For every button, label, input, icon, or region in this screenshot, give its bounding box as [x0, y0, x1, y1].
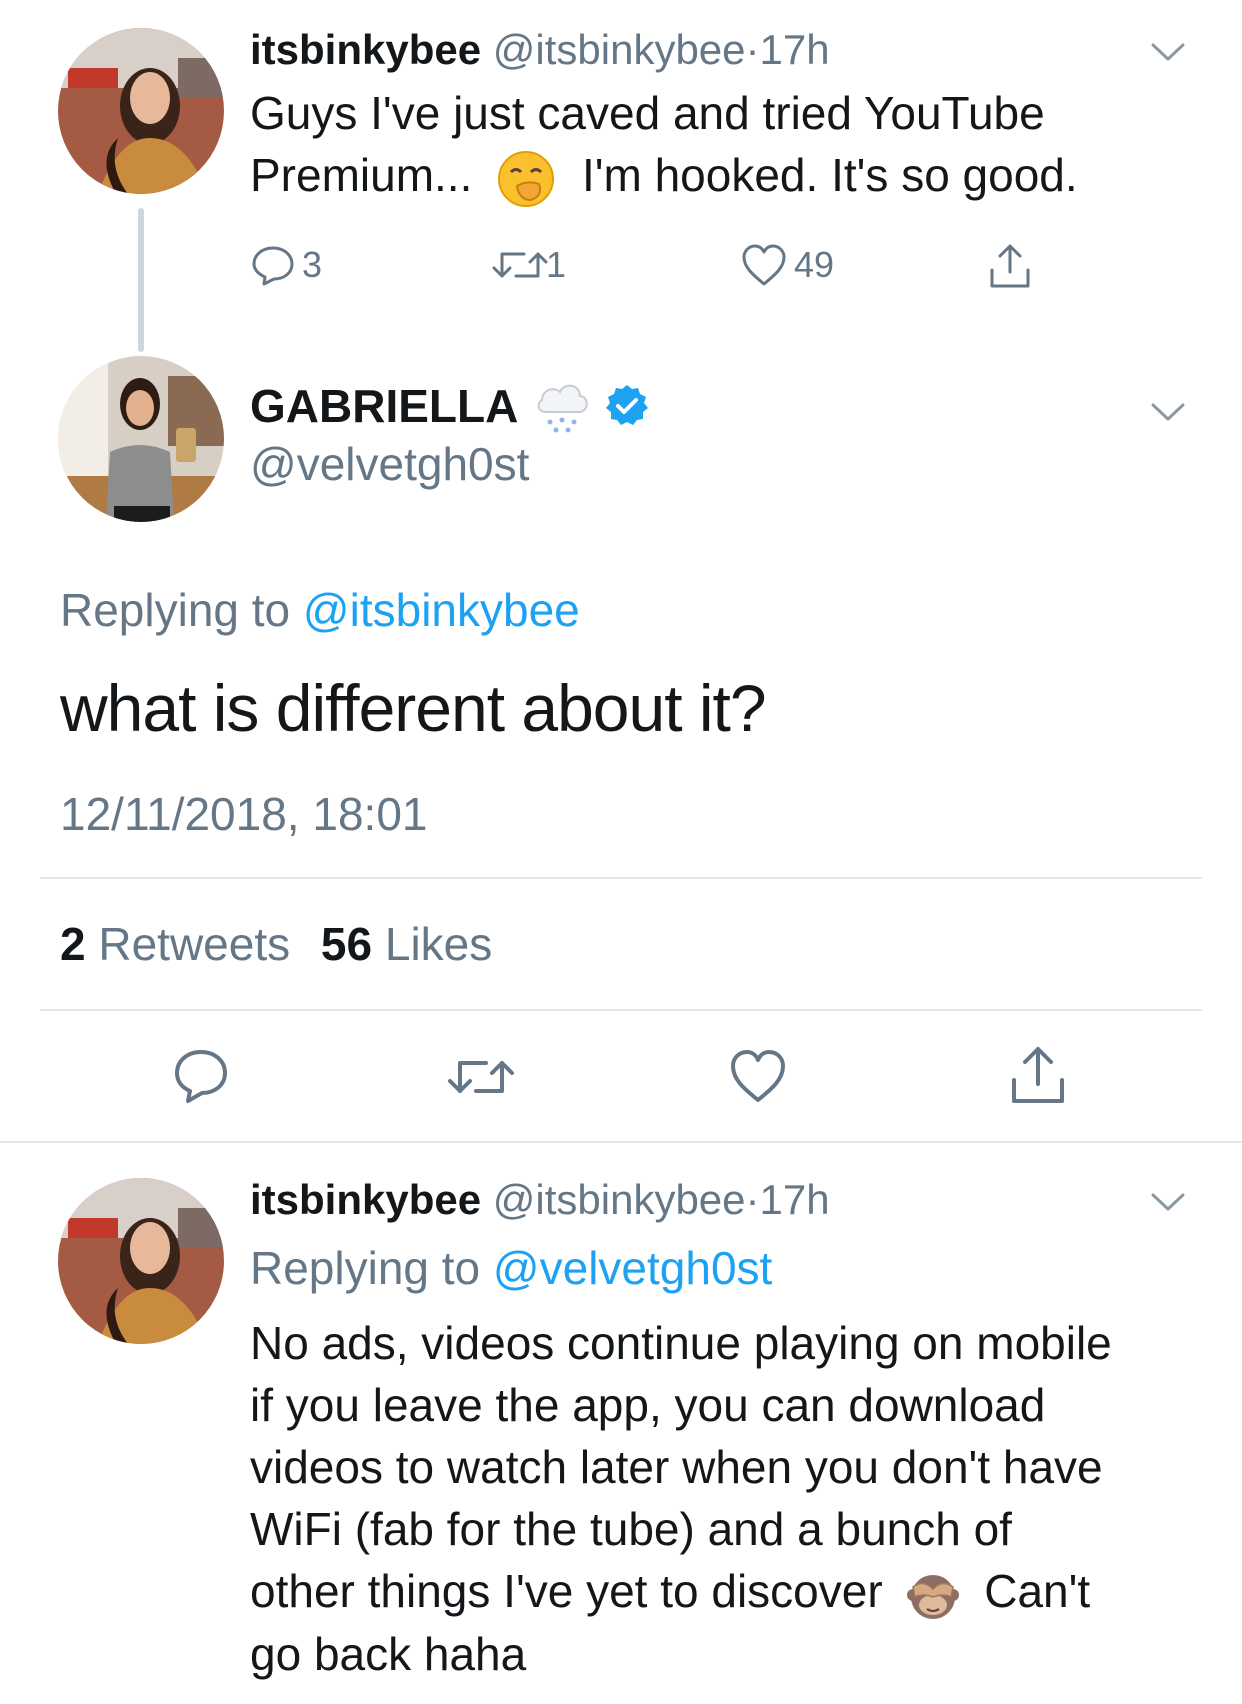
tweet1-time[interactable]: 17h — [760, 26, 830, 73]
tweet1-share-icon[interactable] — [986, 242, 1034, 290]
main-tweet-display-name[interactable]: GABRIELLA — [250, 376, 518, 436]
main-reply-icon[interactable] — [172, 1047, 230, 1105]
tweet1-text-line1: Guys I've just caved and tried YouTube — [250, 87, 1045, 139]
main-tweet-retweets-label: Retweets — [98, 918, 291, 970]
tweet1-text-line2b: I'm hooked. It's so good. — [581, 149, 1078, 201]
tweet1-handle[interactable]: @itsbinkybee — [493, 26, 746, 73]
main-tweet-retweets-stat[interactable]: 2 Retweets — [60, 918, 303, 970]
tweet3-header: itsbinkybee @itsbinkybee·17h — [250, 1174, 830, 1226]
tweet1-reply-count: 3 — [302, 244, 323, 285]
tweet1-chevron-down-icon[interactable] — [1151, 42, 1185, 62]
main-retweet-icon[interactable] — [446, 1051, 516, 1103]
verified-badge-icon — [606, 385, 649, 425]
main-heart-icon[interactable] — [728, 1048, 788, 1104]
tweet3-display-name[interactable]: itsbinkybee — [250, 1176, 481, 1223]
see-no-evil-monkey-icon — [907, 1574, 960, 1619]
tweet3-text-line5: other things I've yet to discover Can't — [250, 1560, 1112, 1623]
main-tweet-replying-prefix: Replying to — [60, 584, 291, 636]
tweet1-header: itsbinkybee @itsbinkybee·17h — [250, 24, 830, 76]
main-tweet-handle[interactable]: @velvetgh0st — [250, 436, 529, 492]
tweet1-text-line2a: Premium... — [250, 149, 473, 201]
tweet3-text-line1: No ads, videos continue playing on mobil… — [250, 1317, 1112, 1369]
tweet1-display-name[interactable]: itsbinkybee — [250, 26, 481, 73]
divider-section — [0, 1141, 1242, 1143]
tweet1-text: Guys I've just caved and tried YouTube P… — [250, 82, 1078, 208]
tweet3-chevron-down-icon[interactable] — [1151, 1192, 1185, 1212]
tweet3-separator: · — [745, 1176, 760, 1223]
main-tweet-replying-handle[interactable]: @itsbinkybee — [303, 584, 580, 636]
main-tweet-stats: 2 Retweets 56 Likes — [60, 916, 492, 972]
main-tweet-likes-count: 56 — [320, 918, 373, 970]
tweet3-replying-prefix: Replying to — [250, 1242, 481, 1294]
tweet3-text-line5b: Can't — [984, 1565, 1091, 1617]
avatar-itsbinkybee-reply[interactable] — [58, 1178, 224, 1344]
tweet3-replying-to: Replying to @velvetgh0st — [250, 1240, 772, 1296]
tweet1-retweet-button[interactable]: 1 — [490, 242, 566, 288]
main-tweet-likes-stat[interactable]: 56 Likes — [321, 918, 492, 970]
retweet-icon — [492, 252, 548, 278]
avatar-gabriella[interactable] — [58, 356, 224, 522]
tweet3-text-line4: WiFi (fab for the tube) and a bunch of — [250, 1503, 1012, 1555]
avatar-itsbinkybee[interactable] — [58, 28, 224, 194]
main-tweet-text: what is different about it? — [60, 671, 767, 745]
main-tweet-chevron-down-icon[interactable] — [1151, 402, 1185, 422]
main-tweet-likes-label: Likes — [384, 918, 493, 970]
tweet1-reply-button[interactable]: 3 — [250, 242, 322, 288]
tweet3-text-line5a: other things I've yet to discover — [250, 1565, 883, 1617]
tweet3-handle[interactable]: @itsbinkybee — [493, 1176, 746, 1223]
tweet3-text-line2: if you leave the app, you can download — [250, 1379, 1046, 1431]
tweet3-text-line3: videos to watch later when you don't hav… — [250, 1441, 1103, 1493]
main-tweet-name-row: GABRIELLA — [250, 376, 650, 436]
tweet1-like-count: 49 — [794, 244, 835, 285]
tweet3-text-line6: go back haha — [250, 1627, 527, 1680]
main-tweet-timestamp: 12/11/2018, 18:01 — [60, 788, 428, 840]
tweet1-text-line2: Premium... I'm hooked. It's so good. — [250, 144, 1078, 208]
main-share-icon[interactable] — [1008, 1044, 1068, 1106]
cloud-with-snow-icon — [537, 384, 589, 433]
main-tweet-replying-to: Replying to @itsbinkybee — [60, 582, 580, 638]
heart-icon — [742, 244, 786, 286]
reply-icon — [252, 246, 294, 286]
divider-top-stats — [40, 877, 1202, 879]
face-with-hand-over-mouth-icon — [498, 150, 555, 207]
tweet3-time[interactable]: 17h — [760, 1176, 830, 1223]
divider-bottom-stats — [40, 1009, 1202, 1011]
tweet3-text: No ads, videos continue playing on mobil… — [250, 1312, 1112, 1685]
tweet3-replying-handle[interactable]: @velvetgh0st — [493, 1242, 772, 1294]
main-tweet-retweets-count: 2 — [60, 918, 86, 970]
tweet1-separator: · — [745, 26, 760, 73]
tweet1-retweet-count: 1 — [546, 244, 567, 285]
tweet1-like-button[interactable]: 49 — [740, 242, 834, 288]
thread-line — [138, 208, 144, 352]
